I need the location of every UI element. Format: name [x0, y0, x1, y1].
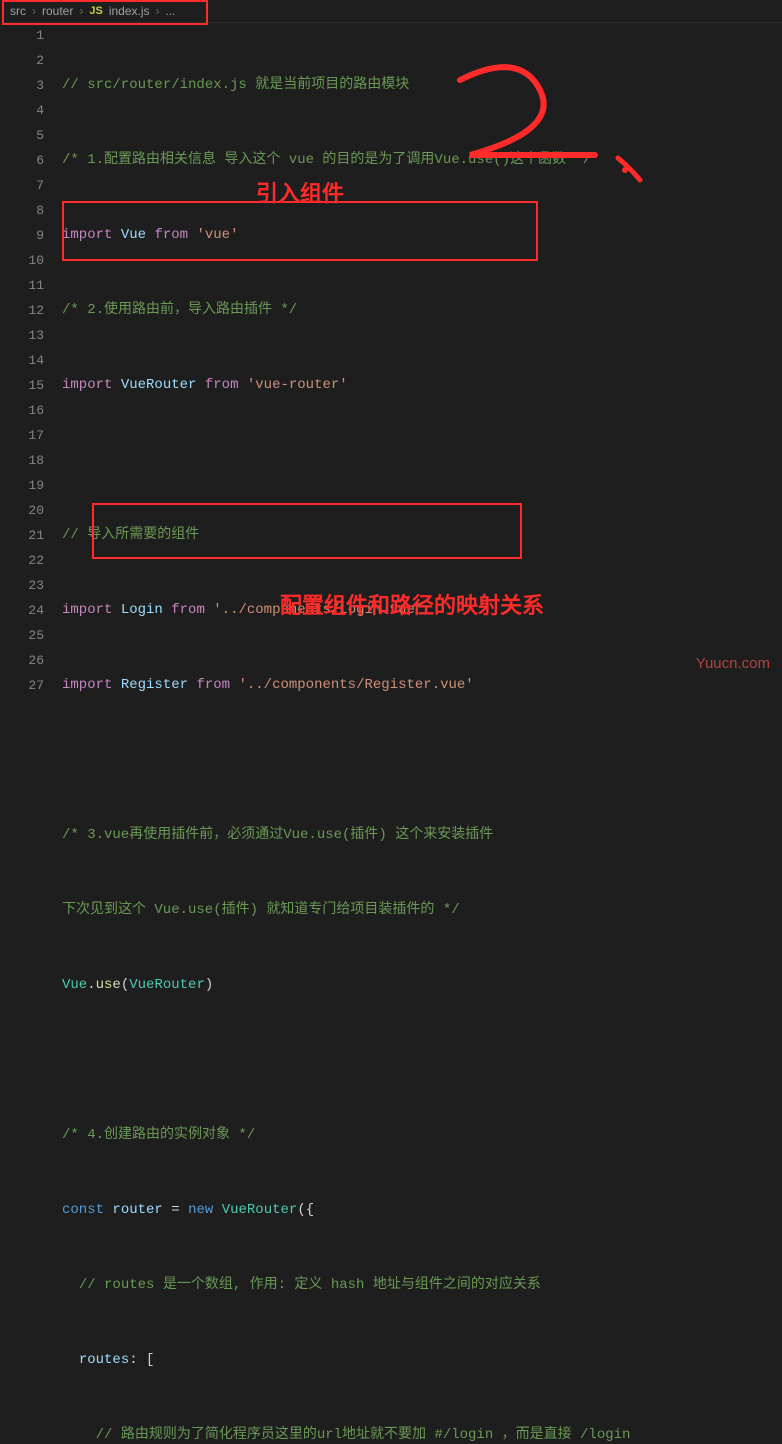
watermark: Yuucn.com	[696, 655, 770, 672]
code-line	[62, 448, 782, 473]
code-line: /* 4.创建路由的实例对象 */	[62, 1123, 782, 1148]
breadcrumb-sep: ›	[32, 4, 36, 18]
code-line	[62, 1048, 782, 1073]
code-line: import Vue from 'vue'	[62, 223, 782, 248]
breadcrumb-sep: ›	[156, 4, 160, 18]
code-line: // 导入所需要的组件	[62, 523, 782, 548]
breadcrumb-part[interactable]: index.js	[109, 4, 150, 18]
breadcrumb-sep: ›	[79, 4, 83, 18]
annotation-text-import: 引入组件	[256, 176, 344, 208]
code-line: import VueRouter from 'vue-router'	[62, 373, 782, 398]
code-line: /* 1.配置路由相关信息 导入这个 vue 的目的是为了调用Vue.use()…	[62, 148, 782, 173]
code-editor[interactable]: 1234567891011121314151617181920212223242…	[0, 23, 782, 1444]
js-file-icon: JS	[89, 5, 102, 17]
code-line	[62, 748, 782, 773]
code-line: // src/router/index.js 就是当前项目的路由模块	[62, 73, 782, 98]
line-number-gutter: 1234567891011121314151617181920212223242…	[0, 23, 62, 1444]
breadcrumb-part[interactable]: router	[42, 4, 73, 18]
breadcrumb-part[interactable]: src	[10, 4, 26, 18]
code-line: const router = new VueRouter({	[62, 1198, 782, 1223]
code-line: Vue.use(VueRouter)	[62, 973, 782, 998]
breadcrumb[interactable]: src › router › JS index.js › ...	[0, 0, 782, 23]
code-line: // routes 是一个数组, 作用: 定义 hash 地址与组件之间的对应关…	[62, 1273, 782, 1298]
code-line: routes: [	[62, 1348, 782, 1373]
code-line: 下次见到这个 Vue.use(插件) 就知道专门给项目装插件的 */	[62, 898, 782, 923]
code-line: /* 3.vue再使用插件前，必须通过Vue.use(插件) 这个来安装插件	[62, 823, 782, 848]
breadcrumb-part[interactable]: ...	[166, 4, 176, 18]
code-area[interactable]: // src/router/index.js 就是当前项目的路由模块 /* 1.…	[62, 23, 782, 1444]
code-line: // 路由规则为了简化程序员这里的url地址就不要加 #/login ，而是直接…	[62, 1423, 782, 1444]
code-line: /* 2.使用路由前，导入路由插件 */	[62, 298, 782, 323]
annotation-text-mapping: 配置组件和路径的映射关系	[280, 588, 544, 620]
code-line: import Register from '../components/Regi…	[62, 673, 782, 698]
